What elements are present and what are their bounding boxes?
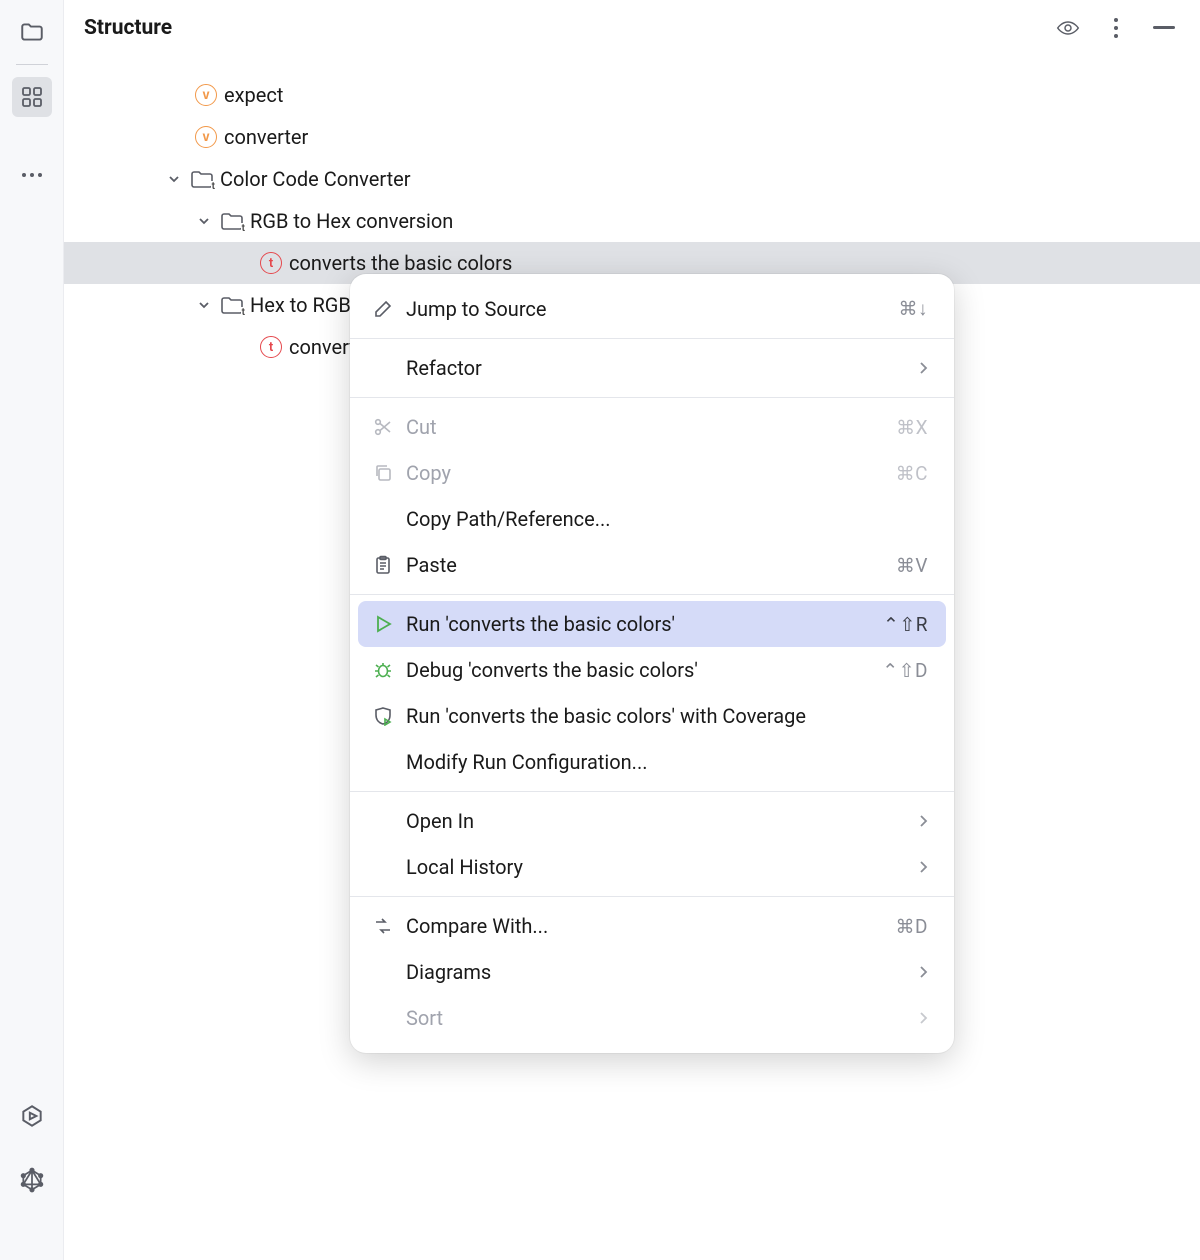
context-menu: Jump to Source ⌘↓ Refactor Cut ⌘X Copy ⌘… xyxy=(350,274,954,1053)
tree-item-rgb-to-hex[interactable]: t RGB to Hex conversion xyxy=(64,200,1200,242)
menu-label: Copy Path/Reference... xyxy=(406,507,928,531)
menu-cut: Cut ⌘X xyxy=(358,404,946,450)
panel-title: Structure xyxy=(84,16,1056,40)
menu-shortcut: ⌃⇧D xyxy=(882,659,928,682)
menu-separator xyxy=(350,594,954,595)
chevron-down-icon xyxy=(194,298,214,312)
shield-play-icon xyxy=(370,706,396,726)
menu-local-history[interactable]: Local History xyxy=(358,844,946,890)
menu-shortcut: ⌃⇧R xyxy=(883,613,928,636)
tree-label: converts the basic colors xyxy=(289,251,512,275)
menu-label: Open In xyxy=(406,809,908,833)
menu-shortcut: ⌘↓ xyxy=(899,297,929,321)
menu-separator xyxy=(350,896,954,897)
tree-label: RGB to Hex conversion xyxy=(250,209,453,233)
menu-label: Jump to Source xyxy=(406,297,889,321)
copy-icon xyxy=(370,463,396,483)
menu-label: Run 'converts the basic colors' xyxy=(406,612,873,636)
test-icon: t xyxy=(259,251,283,275)
left-toolstrip xyxy=(0,0,64,1260)
chevron-right-icon xyxy=(918,965,928,979)
menu-label: Cut xyxy=(406,415,886,439)
services-tool-button[interactable] xyxy=(12,1096,52,1136)
test-folder-icon: t xyxy=(190,167,214,191)
tree-label: converter xyxy=(224,125,308,149)
menu-separator xyxy=(350,338,954,339)
menu-label: Sort xyxy=(406,1006,908,1030)
tree-label: expect xyxy=(224,83,283,107)
menu-run-coverage[interactable]: Run 'converts the basic colors' with Cov… xyxy=(358,693,946,739)
chevron-right-icon xyxy=(918,814,928,828)
chevron-right-icon xyxy=(918,361,928,375)
menu-diagrams[interactable]: Diagrams xyxy=(358,949,946,995)
more-tool-button[interactable] xyxy=(12,155,52,195)
menu-label: Modify Run Configuration... xyxy=(406,750,928,774)
menu-refactor[interactable]: Refactor xyxy=(358,345,946,391)
menu-shortcut: ⌘V xyxy=(896,554,928,577)
toolstrip-separator xyxy=(16,64,48,65)
pencil-icon xyxy=(370,299,396,319)
menu-separator xyxy=(350,791,954,792)
options-icon[interactable] xyxy=(1104,16,1128,40)
chevron-down-icon xyxy=(164,172,184,186)
scissors-icon xyxy=(370,417,396,437)
compare-icon xyxy=(370,916,396,936)
menu-sort: Sort xyxy=(358,995,946,1041)
test-icon: t xyxy=(259,335,283,359)
minimize-icon[interactable] xyxy=(1152,16,1176,40)
chevron-right-icon xyxy=(918,1011,928,1025)
tree-item-converter[interactable]: v converter xyxy=(64,116,1200,158)
view-mode-icon[interactable] xyxy=(1056,16,1080,40)
menu-open-in[interactable]: Open In xyxy=(358,798,946,844)
structure-tool-button[interactable] xyxy=(12,77,52,117)
bug-icon xyxy=(370,660,396,680)
tree-label: Color Code Converter xyxy=(220,167,411,191)
menu-label: Local History xyxy=(406,855,908,879)
tree-item-color-code-converter[interactable]: t Color Code Converter xyxy=(64,158,1200,200)
test-folder-icon: t xyxy=(220,293,244,317)
menu-copy: Copy ⌘C xyxy=(358,450,946,496)
menu-label: Run 'converts the basic colors' with Cov… xyxy=(406,704,928,728)
menu-label: Debug 'converts the basic colors' xyxy=(406,658,872,682)
menu-paste[interactable]: Paste ⌘V xyxy=(358,542,946,588)
test-folder-icon: t xyxy=(220,209,244,233)
variable-icon: v xyxy=(194,125,218,149)
project-tool-button[interactable] xyxy=(12,12,52,52)
play-icon xyxy=(370,615,396,633)
menu-shortcut: ⌘D xyxy=(896,915,928,938)
menu-run[interactable]: Run 'converts the basic colors' ⌃⇧R xyxy=(358,601,946,647)
menu-shortcut: ⌘C xyxy=(896,462,928,485)
chevron-down-icon xyxy=(194,214,214,228)
chevron-right-icon xyxy=(918,860,928,874)
menu-modify-run-config[interactable]: Modify Run Configuration... xyxy=(358,739,946,785)
panel-header: Structure xyxy=(64,0,1200,56)
menu-separator xyxy=(350,397,954,398)
menu-shortcut: ⌘X xyxy=(896,416,928,439)
menu-label: Diagrams xyxy=(406,960,908,984)
tree-item-expect[interactable]: v expect xyxy=(64,74,1200,116)
menu-label: Copy xyxy=(406,461,886,485)
menu-jump-to-source[interactable]: Jump to Source ⌘↓ xyxy=(358,286,946,332)
graphql-tool-button[interactable] xyxy=(12,1160,52,1200)
clipboard-icon xyxy=(370,555,396,575)
menu-copy-path[interactable]: Copy Path/Reference... xyxy=(358,496,946,542)
variable-icon: v xyxy=(194,83,218,107)
menu-compare-with[interactable]: Compare With... ⌘D xyxy=(358,903,946,949)
menu-label: Refactor xyxy=(406,356,908,380)
menu-label: Compare With... xyxy=(406,914,886,938)
menu-debug[interactable]: Debug 'converts the basic colors' ⌃⇧D xyxy=(358,647,946,693)
menu-label: Paste xyxy=(406,553,886,577)
